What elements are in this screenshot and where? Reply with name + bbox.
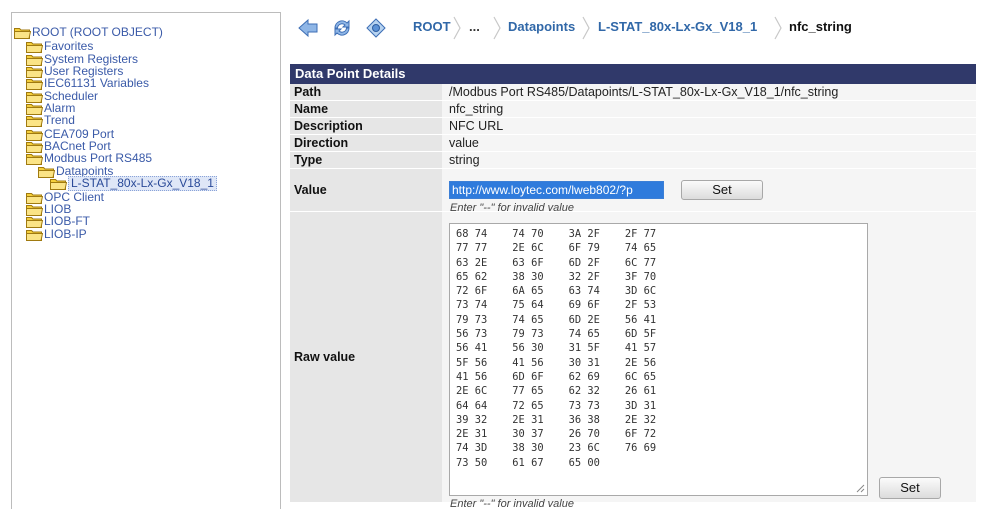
folder-icon [14, 27, 31, 39]
tree-node-label: Trend [44, 113, 75, 127]
raw-value-label: Raw value [290, 211, 442, 503]
tree-node-trend[interactable]: Trend [26, 114, 75, 127]
tree-node-label: ROOT (ROOT OBJECT) [32, 25, 163, 39]
name-value: nfc_string [442, 100, 976, 118]
folder-icon [26, 66, 43, 78]
folder-icon [26, 115, 43, 127]
row-path: Path /Modbus Port RS485/Datapoints/L-STA… [290, 84, 976, 101]
folder-icon [26, 103, 43, 115]
folder-icon [26, 216, 43, 228]
back-arrow-icon [298, 18, 318, 38]
folder-icon [26, 54, 43, 66]
type-label: Type [290, 151, 442, 169]
folder-icon [26, 91, 43, 103]
folder-icon [26, 41, 43, 53]
tree-node-root[interactable]: ROOT (ROOT OBJECT) [14, 26, 163, 39]
chevron-right-icon [774, 16, 782, 40]
raw-value-text: 68 74 74 70 3A 2F 2F 77 77 77 2E 6C 6F 7… [456, 228, 657, 469]
raw-value-textarea[interactable]: 68 74 74 70 3A 2F 2F 77 77 77 2E 6C 6F 7… [449, 223, 868, 496]
back-button[interactable] [295, 15, 321, 41]
folder-icon [26, 141, 43, 153]
folder-icon [38, 166, 55, 178]
breadcrumb-ellipsis[interactable]: ... [469, 19, 480, 37]
chevron-right-icon [493, 16, 501, 40]
value-input[interactable]: http://www.loytec.com/lweb802/?p [449, 181, 664, 199]
name-label: Name [290, 100, 442, 118]
tree-node-l-stat-device[interactable]: L-STAT_80x-Lx-Gx_V18_1 [50, 176, 217, 191]
raw-value-hint: Enter "--" for invalid value [450, 498, 574, 510]
breadcrumb-root[interactable]: ROOT [413, 19, 451, 37]
row-direction: Direction value [290, 134, 976, 152]
description-value: NFC URL [442, 117, 976, 135]
folder-icon [26, 153, 43, 165]
breadcrumb: ROOT ... Datapoints L-STAT_80x-Lx-Gx_V18… [290, 12, 976, 44]
details-header: Data Point Details [290, 64, 976, 84]
resize-grip-icon[interactable] [856, 484, 865, 493]
tree-node-label: L-STAT_80x-Lx-Gx_V18_1 [68, 176, 217, 191]
set-value-button[interactable]: Set [681, 180, 763, 200]
object-tree: ROOT (ROOT OBJECT) Favorites System Regis… [11, 12, 281, 509]
folder-icon [26, 192, 43, 204]
direction-label: Direction [290, 134, 442, 152]
set-raw-value-button[interactable]: Set [879, 477, 941, 499]
chevron-right-icon [453, 16, 461, 40]
folder-icon [50, 178, 67, 190]
refresh-button[interactable] [329, 15, 355, 41]
breadcrumb-datapoints[interactable]: Datapoints [508, 19, 575, 37]
folder-icon [26, 204, 43, 216]
row-description: Description NFC URL [290, 117, 976, 135]
row-type: Type string [290, 151, 976, 169]
folder-icon [26, 129, 43, 141]
chevron-right-icon [582, 16, 590, 40]
path-value: /Modbus Port RS485/Datapoints/L-STAT_80x… [442, 84, 976, 101]
home-button[interactable] [363, 15, 389, 41]
tree-node-liob-ip[interactable]: LIOB-IP [26, 228, 87, 241]
value-hint: Enter "--" for invalid value [450, 202, 574, 214]
folder-icon [26, 229, 43, 241]
folder-icon [26, 78, 43, 90]
type-value: string [442, 151, 976, 169]
refresh-icon [334, 19, 350, 37]
value-label: Value [290, 168, 442, 212]
direction-value: value [442, 134, 976, 152]
breadcrumb-current: nfc_string [789, 19, 852, 34]
data-point-details: Data Point Details Path /Modbus Port RS4… [290, 64, 976, 510]
description-label: Description [290, 117, 442, 135]
tree-node-label: LIOB-IP [44, 227, 87, 241]
row-name: Name nfc_string [290, 100, 976, 118]
network-icon [366, 18, 386, 38]
breadcrumb-device[interactable]: L-STAT_80x-Lx-Gx_V18_1 [598, 19, 757, 37]
path-label: Path [290, 84, 442, 101]
